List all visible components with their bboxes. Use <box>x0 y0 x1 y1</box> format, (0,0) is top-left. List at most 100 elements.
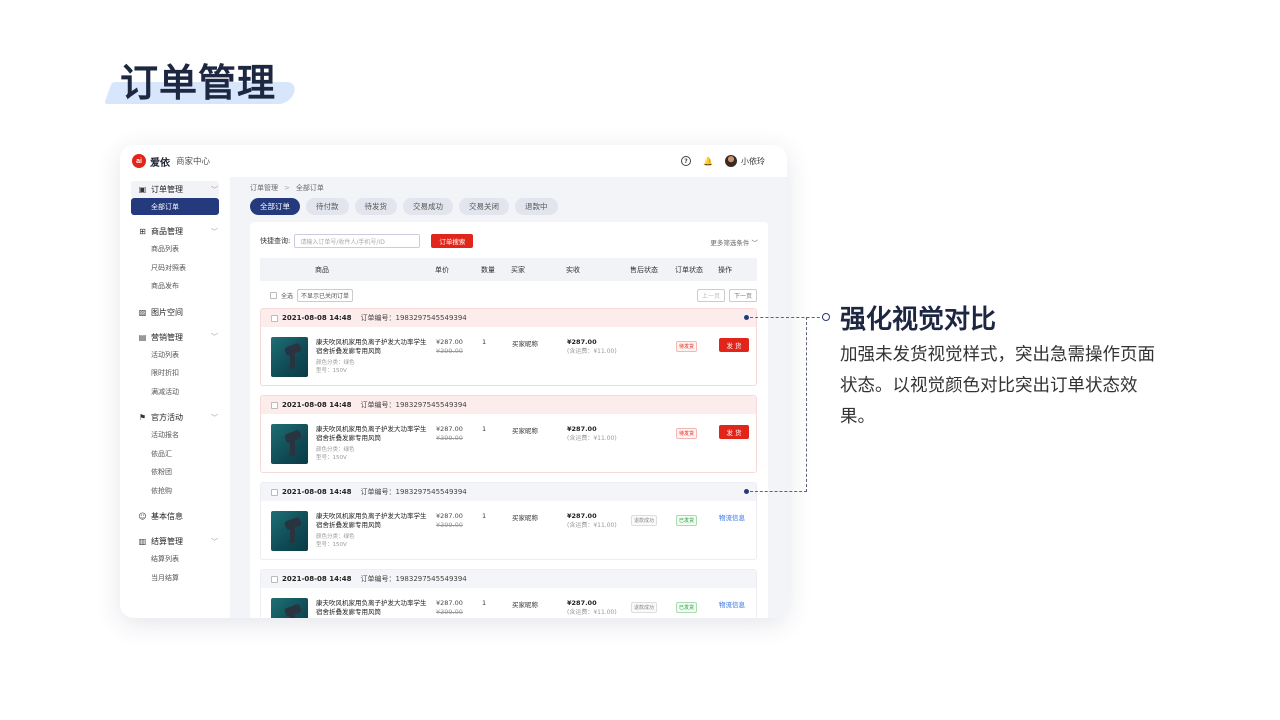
sidebar-group-label: 官方活动 <box>151 413 183 422</box>
product-name[interactable]: 康夫吹风机家用负离子护发大功率学生宿舍折叠发廊专用风筒 <box>316 425 431 443</box>
unit-price: ¥287.00 ¥399.00 <box>436 338 463 356</box>
sidebar-group[interactable]: ▣ 订单管理 ﹀ <box>131 181 219 198</box>
quantity: 1 <box>482 425 487 433</box>
ship-button[interactable]: 发 货 <box>719 338 749 352</box>
shipping-fee: (含运费：¥11.00) <box>567 609 617 616</box>
product-name[interactable]: 康夫吹风机家用负离子护发大功率学生宿舍折叠发廊专用风筒 <box>316 338 431 356</box>
avatar <box>725 155 737 167</box>
order-status-badge: 待发货 <box>676 428 698 439</box>
product-image[interactable] <box>271 424 308 464</box>
sidebar-item[interactable]: 限时折扣 <box>120 364 230 383</box>
callout-dot <box>744 489 749 494</box>
paid-amount: ¥287.00 <box>567 338 597 346</box>
tab-pending-payment[interactable]: 待付款 <box>306 198 349 215</box>
order-status-badge: 已发货 <box>676 515 698 526</box>
unit-price: ¥287.00 ¥399.00 <box>436 425 463 443</box>
tab-refunding[interactable]: 退款中 <box>515 198 558 215</box>
sidebar-group[interactable]: ▤ 营销管理 ﹀ <box>120 329 230 346</box>
more-filters-toggle[interactable]: 更多筛选条件 ﹀ <box>710 237 758 247</box>
order-checkbox[interactable] <box>271 401 278 409</box>
callout-line-vertical <box>806 317 807 492</box>
bell-icon[interactable]: 🔔 <box>703 156 713 166</box>
logistics-link[interactable]: 物流信息 <box>719 599 745 609</box>
sidebar-item[interactable]: 活动报名 <box>120 426 230 445</box>
paid-amount: ¥287.00 <box>567 512 597 520</box>
select-all-checkbox[interactable] <box>270 292 277 299</box>
product-image[interactable] <box>271 511 308 551</box>
sidebar-item[interactable]: 依粉团 <box>120 463 230 482</box>
original-price: ¥399.00 <box>436 521 463 529</box>
search-input[interactable]: 请输入订单号/收件人/手机号/ID <box>294 234 421 248</box>
product-spec: 颜色分类：绿色 型号：150V <box>316 359 355 375</box>
tab-all-orders[interactable]: 全部订单 <box>250 198 300 215</box>
annotation-title: 强化视觉对比 <box>840 305 997 335</box>
sidebar-item[interactable]: 活动列表 <box>120 346 230 365</box>
paid-amount: ¥287.00 <box>567 425 597 433</box>
product-image[interactable] <box>271 337 308 377</box>
sidebar-item[interactable]: 满减活动 <box>120 383 230 402</box>
product-model: 型号：150V <box>316 455 347 461</box>
amount-paid: ¥287.00 (含运费：¥11.00) <box>567 338 617 356</box>
next-page-button[interactable]: 下一页 <box>728 289 757 302</box>
product-image[interactable] <box>271 598 308 618</box>
sidebar-item[interactable]: 全部订单 <box>131 198 219 215</box>
table-header: 商品 单价 数量 买家 实收 售后状态 订单状态 操作 <box>260 258 757 281</box>
flag-icon: ⚑ <box>138 413 147 422</box>
prev-page-button[interactable]: 上一页 <box>696 289 725 302</box>
order-checkbox[interactable] <box>271 575 278 583</box>
product-name[interactable]: 康夫吹风机家用负离子护发大功率学生宿舍折叠发廊专用风筒 <box>316 512 431 530</box>
order-card: 2021-08-08 14:48 订单编号：1983297545549394 康… <box>260 569 757 618</box>
help-icon[interactable]: ? <box>681 156 691 166</box>
buyer-name[interactable]: 买家昵称 <box>512 425 538 435</box>
buyer-name[interactable]: 买家昵称 <box>512 512 538 522</box>
sidebar-item[interactable]: 尺码对照表 <box>120 259 230 278</box>
buyer-name[interactable]: 买家昵称 <box>512 599 538 609</box>
search-button[interactable]: 订单搜索 <box>431 234 474 248</box>
order-body: 康夫吹风机家用负离子护发大功率学生宿舍折叠发廊专用风筒 ¥287.00 ¥399… <box>261 588 756 618</box>
annotation-body: 加强未发货视觉样式，突出急需操作页面状态。以视觉颜色对比突出订单状态效果。 <box>840 345 1155 427</box>
sidebar-group[interactable]: ⚑ 官方活动 ﹀ <box>120 409 230 426</box>
wallet-icon: ▥ <box>138 537 147 546</box>
col-qty: 数量 <box>481 266 495 274</box>
sidebar-item[interactable]: 商品发布 <box>120 277 230 296</box>
sidebar-group-label: 营销管理 <box>151 332 183 342</box>
tab-pending-shipment[interactable]: 待发货 <box>354 198 397 215</box>
sidebar-item[interactable]: 当月结算 <box>120 569 230 588</box>
chevron-down-icon: ﹀ <box>211 537 218 546</box>
ship-button[interactable]: 发 货 <box>719 425 749 439</box>
original-price: ¥399.00 <box>436 608 463 616</box>
order-checkbox[interactable] <box>271 488 278 496</box>
sidebar-item[interactable]: 依品汇 <box>120 445 230 464</box>
sidebar-group-label: 基本信息 <box>151 512 183 521</box>
sidebar-group[interactable]: ⊞ 商品管理 ﹀ <box>120 223 230 240</box>
sidebar-group-label: 订单管理 <box>151 185 183 194</box>
shipping-fee: (含运费：¥11.00) <box>567 522 617 529</box>
product-color: 颜色分类：绿色 <box>316 360 355 366</box>
callout-line-bottom <box>750 491 807 492</box>
breadcrumb-item[interactable]: 订单管理 <box>250 184 278 192</box>
grid-icon: ⊞ <box>139 227 146 236</box>
sidebar: ▣ 订单管理 ﹀ 全部订单 ⊞ 商品管理 ﹀ 商品列表 尺码对照表 商品发布 ▨ 图片空间 … <box>120 177 230 618</box>
buyer-name[interactable]: 买家昵称 <box>512 338 538 348</box>
hide-closed-toggle[interactable]: 不显示已关闭订单 <box>297 289 354 302</box>
image-icon: ▨ <box>138 307 147 317</box>
chevron-down-icon: ﹀ <box>211 413 218 422</box>
logo-icon: ai <box>132 154 146 168</box>
tab-completed[interactable]: 交易成功 <box>403 198 453 215</box>
sidebar-group[interactable]: ☺ 基本信息 <box>120 508 230 525</box>
shipping-fee: (含运费：¥11.00) <box>567 348 617 355</box>
sidebar-item[interactable]: 依抢购 <box>120 482 230 501</box>
sidebar-group[interactable]: ▨ 图片空间 <box>120 304 230 321</box>
sidebar-item[interactable]: 结算列表 <box>120 550 230 569</box>
sidebar-group[interactable]: ▥ 结算管理 ﹀ <box>120 533 230 550</box>
callout-ring <box>822 313 830 321</box>
logistics-link[interactable]: 物流信息 <box>719 512 745 522</box>
chevron-down-icon: ﹀ <box>211 333 218 341</box>
sidebar-item[interactable]: 商品列表 <box>120 240 230 259</box>
app-window: ai 爱依 商家中心 ? 🔔 小依玲 ▣ 订单管理 ﹀ 全部订单 ⊞ 商品管理 ﹀ 商品… <box>120 145 787 618</box>
user-menu[interactable]: 小依玲 <box>725 155 765 167</box>
order-checkbox[interactable] <box>271 314 278 322</box>
quantity: 1 <box>482 512 487 520</box>
product-name[interactable]: 康夫吹风机家用负离子护发大功率学生宿舍折叠发廊专用风筒 <box>316 599 431 617</box>
tab-closed[interactable]: 交易关闭 <box>459 198 509 215</box>
